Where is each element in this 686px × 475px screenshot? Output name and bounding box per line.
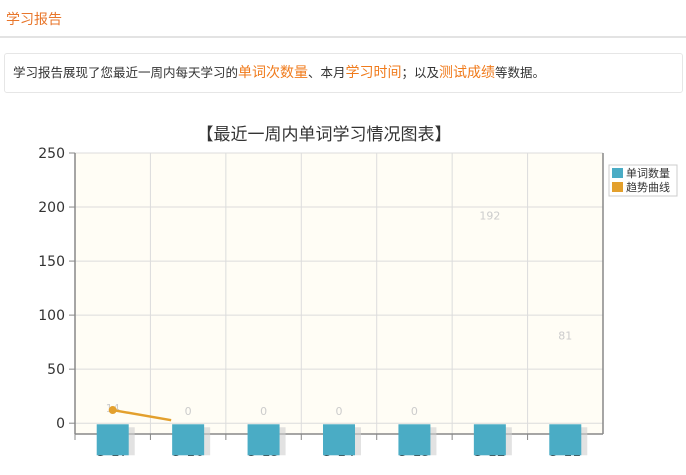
bar-value-label: 0 xyxy=(185,405,192,418)
bar xyxy=(247,424,280,456)
notice-prefix: 学习报告展现了您最近一周内每天学习的 xyxy=(13,65,239,80)
page-title: 学习报告 xyxy=(6,12,62,28)
highlight-study-time: 学习时间 xyxy=(345,65,402,81)
bar-value-label: 81 xyxy=(558,330,572,343)
notice-suffix: 等数据。 xyxy=(495,65,546,80)
y-tick-label: 0 xyxy=(56,416,65,432)
plot-area xyxy=(75,153,603,434)
bar xyxy=(398,424,431,456)
report-description: 学习报告展现了您最近一周内每天学习的单词次数量、本月学习时间；以及测试成绩等数据… xyxy=(4,53,683,93)
y-tick-label: 100 xyxy=(38,308,65,324)
bar xyxy=(96,424,129,456)
trend-point xyxy=(108,406,117,415)
weekly-word-chart: 【最近一周内单词学习情况图表】 0501001502002505-175-165… xyxy=(0,110,686,471)
notice-mid2: ；以及 xyxy=(401,65,440,80)
y-tick-label: 150 xyxy=(38,254,65,270)
bar-value-label: 0 xyxy=(411,405,418,418)
chart-svg: 【最近一周内单词学习情况图表】 0501001502002505-175-165… xyxy=(38,125,678,460)
bar xyxy=(172,424,205,456)
highlight-word-count: 单词次数量 xyxy=(238,65,309,81)
bar xyxy=(549,424,582,456)
legend-label: 单词数量 xyxy=(626,167,670,180)
y-tick-label: 50 xyxy=(47,362,65,378)
bar xyxy=(323,424,355,456)
y-tick-label: 250 xyxy=(38,146,65,162)
bar-value-label: 0 xyxy=(336,405,343,418)
bar-value-label: 0 xyxy=(260,405,267,418)
chart-title: 【最近一周内单词学习情况图表】 xyxy=(197,125,452,145)
legend-label: 趋势曲线 xyxy=(626,180,670,194)
bar-value-label: 192 xyxy=(479,210,500,223)
notice-mid1: 、本月 xyxy=(308,65,346,80)
highlight-test-score: 测试成绩 xyxy=(439,65,496,81)
page-header: 学习报告 xyxy=(0,0,686,38)
legend-swatch xyxy=(612,168,623,178)
legend-swatch xyxy=(612,182,623,192)
y-tick-label: 200 xyxy=(38,200,65,216)
bar xyxy=(473,424,506,456)
